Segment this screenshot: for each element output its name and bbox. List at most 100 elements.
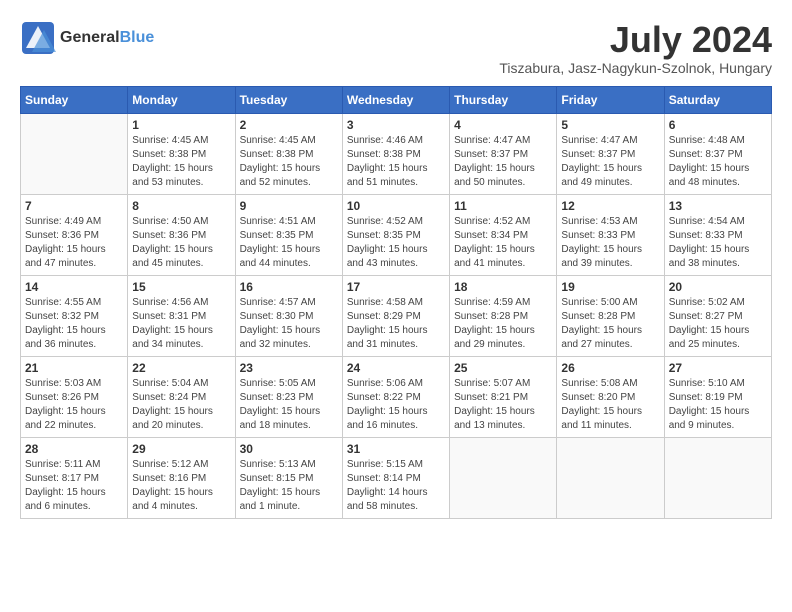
day-info: Sunrise: 4:52 AM Sunset: 8:34 PM Dayligh… <box>454 215 552 271</box>
day-number: 13 <box>669 199 767 213</box>
calendar-cell: 23 Sunrise: 5:05 AM Sunset: 8:23 PM Dayli… <box>235 356 342 437</box>
day-info: Sunrise: 4:45 AM Sunset: 8:38 PM Dayligh… <box>240 134 338 190</box>
calendar-week-row: 28 Sunrise: 5:11 AM Sunset: 8:17 PM Dayli… <box>21 437 772 518</box>
day-number: 28 <box>25 442 123 456</box>
day-info: Sunrise: 5:12 AM Sunset: 8:16 PM Dayligh… <box>132 458 230 514</box>
day-info: Sunrise: 4:54 AM Sunset: 8:33 PM Dayligh… <box>669 215 767 271</box>
calendar-cell: 18 Sunrise: 4:59 AM Sunset: 8:28 PM Dayli… <box>450 275 557 356</box>
calendar-cell: 24 Sunrise: 5:06 AM Sunset: 8:22 PM Dayli… <box>342 356 449 437</box>
day-info: Sunrise: 4:50 AM Sunset: 8:36 PM Dayligh… <box>132 215 230 271</box>
calendar-week-row: 14 Sunrise: 4:55 AM Sunset: 8:32 PM Dayli… <box>21 275 772 356</box>
day-number: 19 <box>561 280 659 294</box>
day-info: Sunrise: 5:07 AM Sunset: 8:21 PM Dayligh… <box>454 377 552 433</box>
day-info: Sunrise: 5:10 AM Sunset: 8:19 PM Dayligh… <box>669 377 767 433</box>
day-info: Sunrise: 4:47 AM Sunset: 8:37 PM Dayligh… <box>454 134 552 190</box>
calendar-week-row: 7 Sunrise: 4:49 AM Sunset: 8:36 PM Daylig… <box>21 194 772 275</box>
day-number: 11 <box>454 199 552 213</box>
day-info: Sunrise: 5:06 AM Sunset: 8:22 PM Dayligh… <box>347 377 445 433</box>
day-info: Sunrise: 4:57 AM Sunset: 8:30 PM Dayligh… <box>240 296 338 352</box>
calendar-cell: 13 Sunrise: 4:54 AM Sunset: 8:33 PM Dayli… <box>664 194 771 275</box>
calendar-table: SundayMondayTuesdayWednesdayThursdayFrid… <box>20 86 772 519</box>
calendar-cell <box>21 113 128 194</box>
calendar-cell: 10Sunrise: 4:52 AM Sunset: 8:35 PM Dayli… <box>342 194 449 275</box>
day-info: Sunrise: 5:15 AM Sunset: 8:14 PM Dayligh… <box>347 458 445 514</box>
calendar-cell: 30 Sunrise: 5:13 AM Sunset: 8:15 PM Dayli… <box>235 437 342 518</box>
day-number: 23 <box>240 361 338 375</box>
day-info: Sunrise: 5:00 AM Sunset: 8:28 PM Dayligh… <box>561 296 659 352</box>
day-number: 8 <box>132 199 230 213</box>
day-info: Sunrise: 4:47 AM Sunset: 8:37 PM Dayligh… <box>561 134 659 190</box>
calendar-cell: 28 Sunrise: 5:11 AM Sunset: 8:17 PM Dayli… <box>21 437 128 518</box>
day-info: Sunrise: 4:56 AM Sunset: 8:31 PM Dayligh… <box>132 296 230 352</box>
calendar-cell: 22 Sunrise: 5:04 AM Sunset: 8:24 PM Dayli… <box>128 356 235 437</box>
logo: GeneralBlue <box>20 20 154 56</box>
day-number: 12 <box>561 199 659 213</box>
day-number: 30 <box>240 442 338 456</box>
day-info: Sunrise: 4:46 AM Sunset: 8:38 PM Dayligh… <box>347 134 445 190</box>
calendar-week-row: 21 Sunrise: 5:03 AM Sunset: 8:26 PM Dayli… <box>21 356 772 437</box>
day-info: Sunrise: 5:11 AM Sunset: 8:17 PM Dayligh… <box>25 458 123 514</box>
day-number: 14 <box>25 280 123 294</box>
calendar-cell: 1Sunrise: 4:45 AM Sunset: 8:38 PM Daylig… <box>128 113 235 194</box>
month-title: July 2024 <box>499 20 772 60</box>
day-info: Sunrise: 4:53 AM Sunset: 8:33 PM Dayligh… <box>561 215 659 271</box>
calendar-cell: 6 Sunrise: 4:48 AM Sunset: 8:37 PM Daylig… <box>664 113 771 194</box>
logo-icon <box>20 20 56 56</box>
day-info: Sunrise: 5:04 AM Sunset: 8:24 PM Dayligh… <box>132 377 230 433</box>
location-title: Tiszabura, Jasz-Nagykun-Szolnok, Hungary <box>499 60 772 76</box>
header-row: SundayMondayTuesdayWednesdayThursdayFrid… <box>21 86 772 113</box>
calendar-cell: 4 Sunrise: 4:47 AM Sunset: 8:37 PM Daylig… <box>450 113 557 194</box>
column-header-sunday: Sunday <box>21 86 128 113</box>
calendar-cell <box>557 437 664 518</box>
calendar-cell: 19 Sunrise: 5:00 AM Sunset: 8:28 PM Dayli… <box>557 275 664 356</box>
calendar-cell: 29 Sunrise: 5:12 AM Sunset: 8:16 PM Dayli… <box>128 437 235 518</box>
day-number: 22 <box>132 361 230 375</box>
day-info: Sunrise: 4:55 AM Sunset: 8:32 PM Dayligh… <box>25 296 123 352</box>
column-header-tuesday: Tuesday <box>235 86 342 113</box>
day-number: 18 <box>454 280 552 294</box>
calendar-cell: 21 Sunrise: 5:03 AM Sunset: 8:26 PM Dayli… <box>21 356 128 437</box>
page-header: GeneralBlue July 2024 Tiszabura, Jasz-Na… <box>20 20 772 76</box>
day-number: 4 <box>454 118 552 132</box>
calendar-cell: 12 Sunrise: 4:53 AM Sunset: 8:33 PM Dayli… <box>557 194 664 275</box>
day-number: 1 <box>132 118 230 132</box>
column-header-thursday: Thursday <box>450 86 557 113</box>
calendar-cell: 9Sunrise: 4:51 AM Sunset: 8:35 PM Daylig… <box>235 194 342 275</box>
calendar-cell <box>664 437 771 518</box>
day-number: 16 <box>240 280 338 294</box>
calendar-cell: 8 Sunrise: 4:50 AM Sunset: 8:36 PM Daylig… <box>128 194 235 275</box>
day-info: Sunrise: 5:13 AM Sunset: 8:15 PM Dayligh… <box>240 458 338 514</box>
day-number: 21 <box>25 361 123 375</box>
day-info: Sunrise: 5:05 AM Sunset: 8:23 PM Dayligh… <box>240 377 338 433</box>
day-number: 7 <box>25 199 123 213</box>
calendar-cell: 17 Sunrise: 4:58 AM Sunset: 8:29 PM Dayli… <box>342 275 449 356</box>
day-number: 24 <box>347 361 445 375</box>
column-header-monday: Monday <box>128 86 235 113</box>
day-info: Sunrise: 4:58 AM Sunset: 8:29 PM Dayligh… <box>347 296 445 352</box>
day-number: 20 <box>669 280 767 294</box>
day-info: Sunrise: 4:59 AM Sunset: 8:28 PM Dayligh… <box>454 296 552 352</box>
day-number: 9 <box>240 199 338 213</box>
day-info: Sunrise: 5:03 AM Sunset: 8:26 PM Dayligh… <box>25 377 123 433</box>
day-info: Sunrise: 4:48 AM Sunset: 8:37 PM Dayligh… <box>669 134 767 190</box>
day-number: 10 <box>347 199 445 213</box>
calendar-week-row: 1 Sunrise: 4:45 AM Sunset: 8:38 PM Daylig… <box>21 113 772 194</box>
day-info: Sunrise: 5:08 AM Sunset: 8:20 PM Dayligh… <box>561 377 659 433</box>
day-number: 27 <box>669 361 767 375</box>
calendar-body: 1 Sunrise: 4:45 AM Sunset: 8:38 PM Daylig… <box>21 113 772 518</box>
calendar-header: SundayMondayTuesdayWednesdayThursdayFrid… <box>21 86 772 113</box>
column-header-wednesday: Wednesday <box>342 86 449 113</box>
day-number: 17 <box>347 280 445 294</box>
logo-general: General <box>60 29 120 46</box>
calendar-cell: 26 Sunrise: 5:08 AM Sunset: 8:20 PM Dayli… <box>557 356 664 437</box>
day-number: 25 <box>454 361 552 375</box>
day-number: 3 <box>347 118 445 132</box>
column-header-friday: Friday <box>557 86 664 113</box>
day-number: 6 <box>669 118 767 132</box>
day-info: Sunrise: 4:49 AM Sunset: 8:36 PM Dayligh… <box>25 215 123 271</box>
day-number: 26 <box>561 361 659 375</box>
calendar-cell: 14 Sunrise: 4:55 AM Sunset: 8:32 PM Dayli… <box>21 275 128 356</box>
day-number: 2 <box>240 118 338 132</box>
day-number: 29 <box>132 442 230 456</box>
day-number: 15 <box>132 280 230 294</box>
